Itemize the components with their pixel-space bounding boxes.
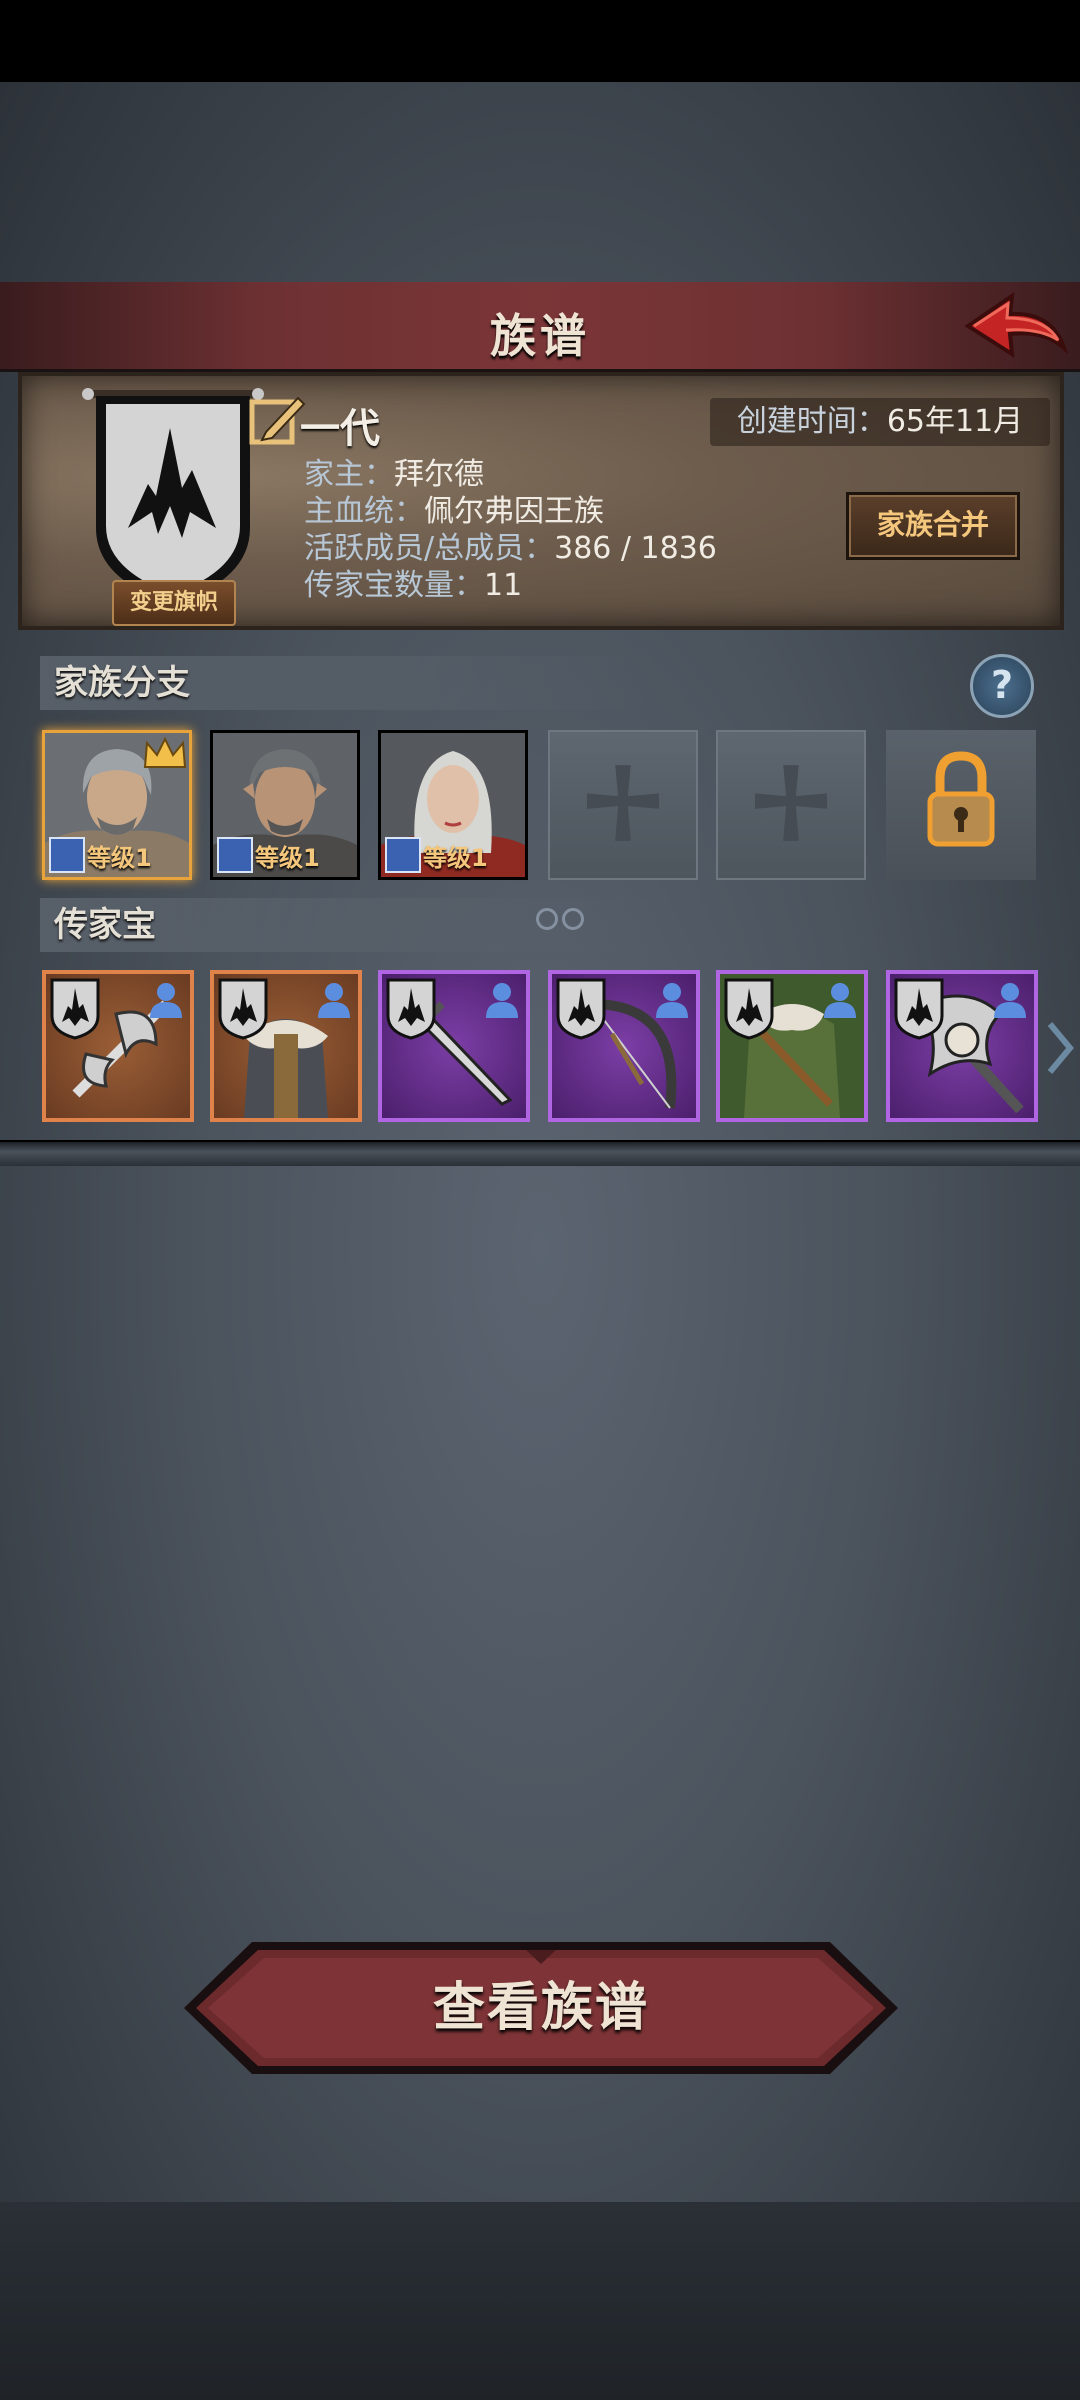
padlock-icon — [927, 751, 995, 847]
section-divider — [0, 1140, 1080, 1166]
info-key: 活跃成员/总成员： — [304, 531, 555, 566]
info-value: 佩尔弗因王族 — [424, 494, 604, 529]
page-title: 族谱 — [490, 309, 590, 363]
member-level: 等级1 — [87, 844, 152, 872]
page-dot[interactable] — [536, 908, 558, 930]
sword-class-icon — [385, 837, 421, 873]
heirloom-slot[interactable] — [42, 970, 194, 1122]
family-banner-shield-icon[interactable] — [78, 388, 268, 606]
person-icon — [486, 983, 518, 1018]
info-value: 386 / 1836 — [554, 531, 717, 566]
family-shield-icon — [386, 978, 436, 1040]
view-family-tree-button[interactable]: 查看族谱 — [180, 1938, 902, 2078]
sword-class-icon — [217, 837, 253, 873]
status-bar — [0, 0, 1080, 82]
title-banner: 族谱 — [0, 282, 1080, 372]
info-patriarch: 家主：拜尔德 — [304, 456, 717, 493]
member-level: 等级1 — [255, 844, 320, 872]
person-icon — [994, 983, 1026, 1018]
edit-name-icon[interactable] — [248, 392, 306, 448]
created-time: 创建时间：65年11月 — [710, 398, 1050, 446]
family-merge-button[interactable]: 家族合并 — [846, 492, 1020, 560]
info-key: 家主： — [304, 457, 394, 492]
leader-crown-icon — [143, 737, 187, 768]
heirloom-slot[interactable] — [210, 970, 362, 1122]
info-value: 拜尔德 — [394, 457, 484, 492]
member-level: 等级1 — [423, 844, 488, 872]
page-indicator — [536, 908, 588, 934]
heirloom-slot[interactable] — [378, 970, 530, 1122]
created-time-value: 65年11月 — [886, 404, 1024, 439]
branches-header: 家族分支 — [40, 656, 660, 710]
help-icon[interactable]: ? — [970, 654, 1034, 718]
info-members: 活跃成员/总成员：386 / 1836 — [304, 530, 717, 567]
family-shield-icon — [50, 978, 100, 1040]
person-icon — [150, 983, 182, 1018]
family-shield-icon — [894, 978, 944, 1040]
family-shield-icon — [724, 978, 774, 1040]
locked-branch-slot[interactable] — [886, 730, 1036, 880]
info-bloodline: 主血统：佩尔弗因王族 — [304, 493, 717, 530]
heirloom-slot[interactable] — [548, 970, 700, 1122]
info-heirloom-count: 传家宝数量：11 — [304, 567, 717, 604]
sword-class-icon — [49, 837, 85, 873]
back-arrow-icon[interactable] — [960, 290, 1070, 366]
family-shield-icon — [218, 978, 268, 1040]
navigation-bar — [0, 2202, 1080, 2400]
branch-member-slot[interactable]: 等级1 — [378, 730, 528, 880]
created-time-label: 创建时间： — [736, 404, 887, 439]
generation-label: 一代 — [300, 406, 380, 452]
cross-emblem-icon — [586, 765, 660, 842]
chevron-right-icon[interactable] — [1046, 1020, 1074, 1076]
empty-branch-slot[interactable] — [548, 730, 698, 880]
info-key: 主血统： — [304, 494, 424, 529]
branch-member-slot[interactable]: 等级1 — [210, 730, 360, 880]
info-value: 11 — [484, 568, 523, 603]
empty-branch-slot[interactable] — [716, 730, 866, 880]
branch-member-slot[interactable]: 等级1 — [42, 730, 192, 880]
change-banner-button[interactable]: 变更旗帜 — [112, 580, 236, 626]
family-shield-icon — [556, 978, 606, 1040]
person-icon — [824, 983, 856, 1018]
info-key: 传家宝数量： — [304, 568, 484, 603]
heirloom-slot[interactable] — [716, 970, 868, 1122]
family-info-list: 家主：拜尔德 主血统：佩尔弗因王族 活跃成员/总成员：386 / 1836 传家… — [304, 456, 717, 604]
cross-emblem-icon — [754, 765, 828, 842]
person-icon — [656, 983, 688, 1018]
person-icon — [318, 983, 350, 1018]
heirloom-slot[interactable] — [886, 970, 1038, 1122]
page-dot[interactable] — [562, 908, 584, 930]
